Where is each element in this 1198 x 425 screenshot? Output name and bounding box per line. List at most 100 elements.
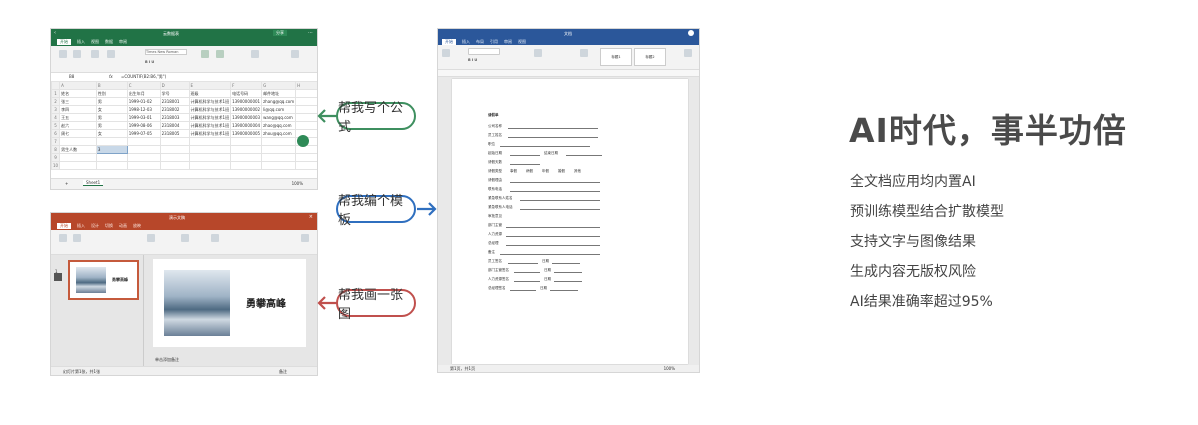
redo-icon[interactable] (73, 50, 81, 58)
table-cell[interactable]: 2318005 (159, 129, 190, 138)
table-cell[interactable]: 2318001 (159, 97, 190, 106)
table-cell[interactable]: 13900000001 (230, 97, 263, 106)
form-line[interactable] (508, 137, 598, 138)
table-header-cell[interactable]: 邮件地址 (261, 89, 297, 98)
align-icon[interactable] (181, 234, 189, 242)
align-icon[interactable] (534, 49, 542, 57)
column-header[interactable]: B (95, 81, 128, 90)
undo-icon[interactable] (59, 50, 67, 58)
leave-type-option[interactable]: 病假 (526, 169, 533, 174)
tab-insert[interactable]: 插入 (77, 39, 85, 45)
new-slide-icon[interactable] (73, 234, 81, 242)
form-line[interactable] (506, 227, 600, 228)
paste-icon[interactable] (91, 50, 99, 58)
find-icon[interactable] (684, 49, 692, 57)
table-cell[interactable]: zhou@qq.com (261, 129, 297, 138)
bold-icon[interactable]: B I U (145, 60, 154, 64)
tab-references[interactable]: 引用 (490, 39, 498, 45)
slide-image[interactable] (164, 270, 230, 336)
paste-icon[interactable] (442, 49, 450, 57)
form-line[interactable] (514, 272, 540, 273)
tab-insert[interactable]: 插入 (77, 223, 85, 229)
ai-assistant-icon[interactable] (297, 135, 309, 147)
table-cell[interactable]: 男 (95, 113, 128, 122)
form-line[interactable] (506, 236, 600, 237)
formula-input[interactable]: =COUNTIF(B2:B6,"男") (121, 74, 166, 80)
table-header-cell[interactable]: 电话号码 (230, 89, 263, 98)
form-line[interactable] (510, 182, 600, 183)
more-icon[interactable]: ⋯ (308, 30, 313, 36)
add-sheet-icon[interactable]: + (65, 181, 68, 186)
form-line[interactable] (520, 209, 600, 210)
style-heading2[interactable]: 标题2 (634, 48, 666, 66)
table-cell[interactable]: 1998-12-03 (126, 105, 161, 114)
avatar[interactable] (688, 30, 694, 36)
form-line[interactable] (500, 146, 590, 147)
form-line[interactable] (506, 245, 600, 246)
table-cell[interactable]: 女 (95, 129, 128, 138)
tab-home[interactable]: 开始 (57, 223, 71, 229)
shape-icon[interactable] (211, 234, 219, 242)
slide-title[interactable]: 勇攀高峰 (246, 295, 286, 310)
table-cell[interactable]: 计算机科学与技术1班 (188, 97, 232, 106)
table-cell[interactable]: 1999-08-06 (126, 121, 161, 130)
table-cell[interactable]: wang@qq.com (261, 113, 297, 122)
table-cell[interactable]: 计算机科学与技术1班 (188, 129, 232, 138)
table-header-cell[interactable]: 班级 (188, 89, 232, 98)
table-header-cell[interactable]: 出生年月 (126, 89, 161, 98)
form-line[interactable] (508, 128, 598, 129)
slide-thumbnail[interactable]: 勇攀高峰 (68, 260, 139, 300)
style-heading1[interactable]: 标题1 (600, 48, 632, 66)
table-cell[interactable]: 1999-03-01 (126, 113, 161, 122)
font-icon[interactable] (147, 234, 155, 242)
column-header[interactable]: G (261, 81, 297, 90)
column-header[interactable]: H (295, 81, 317, 90)
back-icon[interactable]: ‹ (54, 30, 56, 36)
summary-label-cell[interactable]: 男生人数 (59, 145, 97, 154)
paste-icon[interactable] (59, 234, 67, 242)
leave-type-option[interactable]: 其他 (574, 169, 581, 174)
more-icon[interactable] (301, 234, 309, 242)
font-name-select[interactable] (468, 48, 500, 55)
tab-view[interactable]: 视图 (91, 39, 99, 45)
notes-button[interactable]: 备注 (279, 369, 287, 375)
table-cell[interactable]: 2318004 (159, 121, 190, 130)
callout-write-formula[interactable]: 帮我写个公式 (336, 101, 416, 135)
tab-insert[interactable]: 插入 (462, 39, 470, 45)
tab-home[interactable]: 开始 (442, 38, 456, 45)
document-page[interactable]: 请假单 公司名称 员工姓名 职位 起始日期 结束日期 请假天数 请假类型 事假 … (452, 79, 688, 364)
table-cell[interactable]: 13900000005 (230, 129, 263, 138)
form-line[interactable] (566, 155, 602, 156)
form-line[interactable] (500, 254, 600, 255)
form-line[interactable] (554, 281, 582, 282)
column-header[interactable]: A (59, 81, 97, 90)
form-line[interactable] (554, 272, 582, 273)
table-cell[interactable]: 张三 (59, 97, 97, 106)
table-cell[interactable]: 1999-01-02 (126, 97, 161, 106)
tab-review[interactable]: 审阅 (504, 39, 512, 45)
table-cell[interactable]: zhao@qq.com (261, 121, 297, 130)
column-header[interactable]: D (159, 81, 190, 90)
summary-value-cell[interactable]: 3 (95, 145, 128, 154)
form-line[interactable] (552, 263, 580, 264)
tab-animation[interactable]: 动画 (119, 223, 127, 229)
font-name-select[interactable]: Times New Roman (145, 49, 187, 55)
table-cell[interactable]: 1999-07-05 (126, 129, 161, 138)
align-icon[interactable] (201, 50, 209, 58)
tab-data[interactable]: 数据 (105, 39, 113, 45)
table-cell[interactable]: 计算机科学与技术1班 (188, 105, 232, 114)
table-cell[interactable]: 女 (95, 105, 128, 114)
table-cell[interactable]: li@qq.com (261, 105, 297, 114)
wrap-icon[interactable] (216, 50, 224, 58)
form-line[interactable] (510, 191, 600, 192)
slide-canvas[interactable]: 勇攀高峰 (153, 259, 306, 347)
table-cell[interactable]: 计算机科学与技术1班 (188, 113, 232, 122)
table-header-cell[interactable]: 性别 (95, 89, 128, 98)
form-line[interactable] (510, 290, 536, 291)
form-line[interactable] (520, 200, 600, 201)
form-line[interactable] (508, 263, 538, 264)
column-header[interactable]: E (188, 81, 232, 90)
table-cell[interactable]: 王五 (59, 113, 97, 122)
share-button[interactable]: 分享 (273, 30, 287, 36)
table-cell[interactable]: 2318002 (159, 105, 190, 114)
